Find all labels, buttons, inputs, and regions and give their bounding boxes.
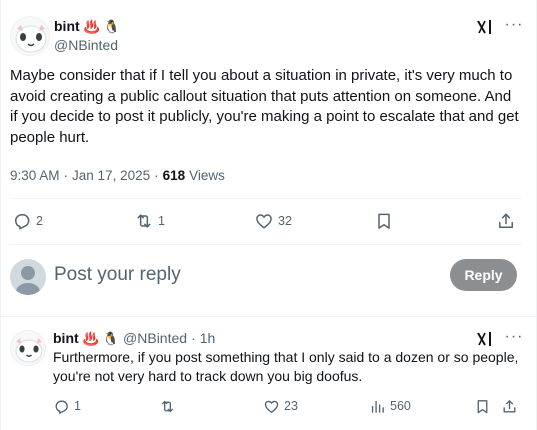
repost-count: 1 [158,214,165,228]
meta-separator: · [191,330,196,346]
user-handle[interactable]: @NBinted [123,330,187,346]
more-dots-icon[interactable]: ··· [504,17,524,36]
reply-composer: Post your reply Reply [10,256,522,296]
post-date[interactable]: Jan 17, 2025 [72,168,150,183]
views-label: Views [189,168,225,183]
avatar-illustration [15,338,43,363]
reply-button[interactable]: 2 [12,208,43,234]
views-count: 618 [162,168,186,183]
bar-chart-icon [371,400,384,413]
bookmark-button[interactable] [374,208,394,234]
hot-springs-emoji: ♨️ [82,330,99,346]
grok-icon[interactable] [476,330,494,348]
penguin-emoji: 🐧 [103,18,121,34]
share-upload-icon [503,399,516,412]
author-name-row: bint ♨️ 🐧 [54,17,120,35]
reply-submit-button[interactable]: Reply [450,259,517,291]
divider [10,198,522,199]
reply-input[interactable]: Post your reply [54,264,181,286]
display-name[interactable]: bint [54,18,80,34]
author-block: bint ♨️ 🐧 @NBinted [54,17,120,53]
reply-action-bar: 1 23 560 [53,396,523,416]
like-button[interactable]: 32 [254,208,292,234]
reply-count: 2 [36,214,43,228]
meta-separator: · [154,168,159,183]
avatar-illustration [15,25,47,53]
views-count: 560 [390,399,411,413]
speech-bubble-icon [55,400,68,414]
default-avatar-icon [16,266,40,295]
share-button[interactable] [501,396,518,416]
post-detail-frame: bint ♨️ 🐧 @NBinted ··· Maybe consider th… [0,0,537,430]
post-action-bar: 2 1 32 [10,208,522,234]
divider [1,316,537,317]
post-text: Maybe consider that if I tell you about … [10,67,519,147]
avatar[interactable] [10,16,50,56]
heart-icon [264,400,279,413]
bookmark-button[interactable] [474,396,491,416]
like-button[interactable]: 23 [263,396,298,416]
user-handle[interactable]: @NBinted [54,37,120,53]
reply-count: 1 [74,399,81,413]
post-time[interactable]: 9:30 AM [10,168,60,183]
repost-button[interactable]: 1 [134,208,165,234]
avatar[interactable] [10,330,46,366]
post-age[interactable]: 1h [200,330,216,346]
display-name[interactable]: bint [53,330,79,346]
repost-button[interactable] [159,396,180,416]
reply-text: Furthermore, if you post something that … [53,349,519,384]
main-post-header: bint ♨️ 🐧 @NBinted ··· [10,12,530,56]
views-button[interactable]: 560 [369,396,411,416]
meta-separator: · [63,168,69,183]
share-button[interactable] [496,208,516,234]
like-count: 32 [278,214,292,228]
repost-arrows-icon [137,214,151,228]
divider [10,244,522,245]
speech-bubble-icon [15,214,30,230]
heart-icon [256,214,272,229]
like-count: 23 [284,399,298,413]
bookmark-icon [378,213,390,229]
penguin-emoji: 🐧 [102,330,120,346]
bookmark-icon [477,399,488,413]
avatar [10,259,46,295]
repost-arrows-icon [161,400,174,412]
hot-springs-emoji: ♨️ [83,18,100,34]
reply-header: bint ♨️ 🐧 @NBinted · 1h [53,330,215,346]
grok-icon[interactable] [476,18,494,36]
share-upload-icon [499,213,513,228]
post-meta: 9:30 AM · Jan 17, 2025 · 618 Views [10,168,225,183]
more-dots-icon[interactable]: ··· [504,329,524,348]
reply-button[interactable]: 1 [53,396,81,416]
reply-post[interactable]: bint ♨️ 🐧 @NBinted · 1h ··· Furthermore,… [10,326,522,426]
